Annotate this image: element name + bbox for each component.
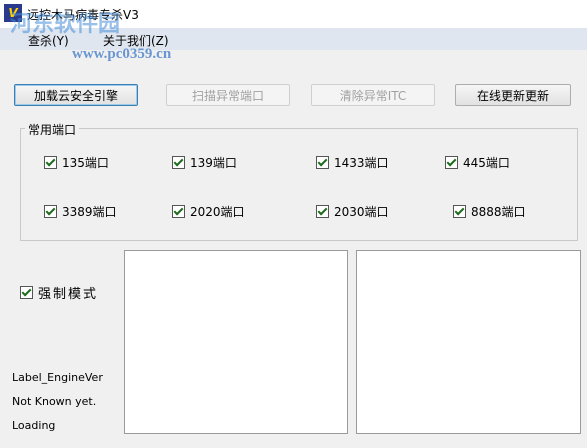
online-update-button[interactable]: 在线更新更新 (455, 84, 571, 106)
port-label: 445端口 (463, 156, 510, 170)
left-output-panel[interactable] (124, 250, 348, 434)
checkbox-check-icon (316, 156, 329, 169)
checkbox-check-icon (44, 156, 57, 169)
port-2020-checkbox[interactable]: 2020端口 (172, 203, 245, 220)
checkbox-check-icon (20, 286, 33, 299)
checkbox-check-icon (445, 156, 458, 169)
port-3389-checkbox[interactable]: 3389端口 (44, 203, 117, 220)
engine-version-label: Label_EngineVer (12, 371, 103, 384)
clear-itc-button[interactable]: 清除异常ITC (311, 84, 435, 106)
port-2030-checkbox[interactable]: 2030端口 (316, 203, 389, 220)
port-1433-checkbox[interactable]: 1433端口 (316, 154, 389, 171)
port-label: 2020端口 (190, 205, 245, 219)
port-label: 135端口 (62, 156, 109, 170)
force-mode-checkbox[interactable]: 强制模式 (20, 283, 98, 302)
scan-ports-button[interactable]: 扫描异常端口 (166, 84, 290, 106)
watermark-url: www.pc0359.cn (72, 46, 172, 62)
ports-group-title: 常用端口 (25, 121, 80, 138)
checkbox-check-icon (172, 156, 185, 169)
port-label: 1433端口 (334, 156, 389, 170)
port-445-checkbox[interactable]: 445端口 (445, 154, 510, 171)
ports-group (20, 128, 578, 241)
force-mode-label: 强制模式 (38, 287, 99, 302)
port-label: 3389端口 (62, 205, 117, 219)
checkbox-check-icon (316, 205, 329, 218)
port-label: 8888端口 (471, 205, 526, 219)
port-label: 139端口 (190, 156, 237, 170)
port-label: 2030端口 (334, 205, 389, 219)
loading-label: Loading (12, 419, 56, 432)
load-engine-button[interactable]: 加载云安全引擎 (14, 84, 138, 106)
checkbox-check-icon (172, 205, 185, 218)
checkbox-check-icon (44, 205, 57, 218)
right-output-panel[interactable] (356, 250, 581, 434)
port-8888-checkbox[interactable]: 8888端口 (453, 203, 526, 220)
port-135-checkbox[interactable]: 135端口 (44, 154, 109, 171)
checkbox-check-icon (453, 205, 466, 218)
watermark-logo: 河东软件园 (10, 11, 121, 37)
port-139-checkbox[interactable]: 139端口 (172, 154, 237, 171)
known-status-label: Not Known yet. (12, 395, 97, 408)
